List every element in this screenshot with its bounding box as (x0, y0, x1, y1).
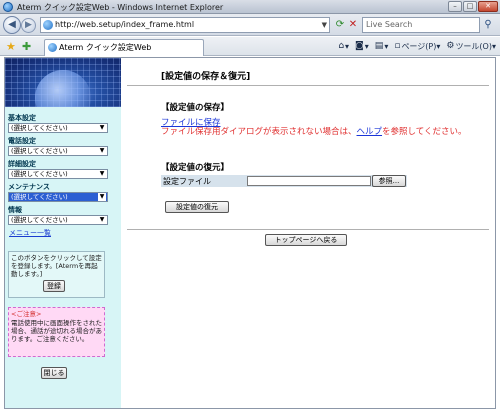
menu-basic: 基本設定 (選択してください) ▼ (8, 114, 108, 133)
banner-grid (5, 58, 121, 107)
tab-command-bar: ★ ✚ Aterm クイック設定Web ⌂ ▾ ◙ ▾ ▤ ▾ ▫ ページ(P) ▾ ⚙ ツ… (0, 37, 500, 56)
file-row: 設定ファイル 参照... (161, 175, 407, 187)
page-menu-label: ページ(P) (401, 42, 437, 51)
save-heading: 【設定値の保存】 (161, 103, 230, 113)
address-field[interactable]: http://web.setup/index_frame.html ▼ (40, 17, 330, 33)
star-icon[interactable]: ★ (6, 40, 16, 53)
menu-basic-select[interactable]: (選択してください) ▼ (8, 123, 108, 133)
page-menu[interactable]: ▫ ページ(P) ▾ (394, 40, 440, 53)
menu-advanced: 詳細設定 (選択してください) ▼ (8, 160, 108, 179)
register-button[interactable]: 登録 (43, 280, 65, 292)
register-info-text: このボタンをクリックして設定を登録します。[Atermを再起動します。] (11, 254, 102, 278)
title-divider (127, 85, 489, 86)
menu-info-select[interactable]: (選択してください) ▼ (8, 215, 108, 225)
caution-text: 電話使用中に画面操作をされた場合、通話が途切れる場合があります。ご注意ください。 (11, 319, 102, 343)
maximize-button[interactable]: □ (463, 1, 477, 12)
back-arrow-icon[interactable]: ◀ (3, 16, 21, 34)
menu-info-label: 情報 (8, 206, 22, 214)
window-controls: – □ ✕ (447, 1, 498, 13)
printer-icon: ▤ (374, 41, 384, 51)
address-url: http://web.setup/index_frame.html (55, 20, 195, 29)
bottom-divider (127, 229, 489, 230)
help-link[interactable]: ヘルプ (357, 127, 383, 137)
search-input[interactable]: Live Search (362, 17, 480, 33)
close-button[interactable]: 閉じる (41, 367, 67, 379)
feeds-button[interactable]: ◙ ▾ (355, 40, 369, 53)
address-toolbar: ◀ ▶ http://web.setup/index_frame.html ▼ … (0, 14, 500, 36)
home-icon: ⌂ (338, 41, 345, 51)
caution-box: <ご注意> 電話使用中に画面操作をされた場合、通話が途切れる場合があります。ご注… (8, 307, 105, 357)
chevron-down-icon: ▼ (99, 170, 105, 177)
close-window-button[interactable]: ✕ (478, 1, 498, 12)
gear-icon: ⚙ (446, 41, 455, 51)
aterm-banner-image (5, 58, 121, 107)
tools-menu[interactable]: ⚙ ツール(O) ▾ (446, 40, 496, 53)
tab-aterm[interactable]: Aterm クイック設定Web (44, 39, 204, 56)
menu-info: 情報 (選択してください) ▼ (8, 206, 108, 225)
menu-phone-value: (選択してください) (11, 147, 68, 155)
menu-advanced-select[interactable]: (選択してください) ▼ (8, 169, 108, 179)
chevron-down-icon: ▼ (99, 124, 105, 131)
page-icon: ▫ (394, 41, 401, 51)
menu-maintenance-select[interactable]: (選択してください) ▼ (8, 192, 108, 202)
refresh-icon[interactable]: ⟳ (334, 18, 346, 32)
minimize-button[interactable]: – (448, 1, 462, 12)
chevron-down-icon: ▼ (99, 216, 105, 223)
menu-basic-value: (選択してください) (11, 124, 68, 132)
menu-basic-label: 基本設定 (8, 114, 36, 122)
home-button[interactable]: ⌂ ▾ (338, 40, 349, 53)
restore-heading: 【設定値の復元】 (161, 163, 230, 173)
chevron-down-icon[interactable]: ▼ (322, 18, 327, 32)
menu-list-link[interactable]: メニュー一覧 (9, 228, 51, 238)
command-bar: ⌂ ▾ ◙ ▾ ▤ ▾ ▫ ページ(P) ▾ ⚙ ツール(O) ▾ (338, 40, 496, 53)
window-titlebar: Aterm クイック設定Web - Windows Internet Explo… (0, 0, 500, 14)
sidebar: 基本設定 (選択してください) ▼ 電話設定 (選択してください) ▼ 詳細設定… (5, 58, 121, 408)
main-panel: [設定値の保存＆復元] 【設定値の保存】 ファイルに保存 ファイル保存用ダイアロ… (121, 58, 495, 408)
restore-button[interactable]: 設定値の復元 (165, 201, 229, 213)
menu-advanced-label: 詳細設定 (8, 160, 36, 168)
save-note-after: を参照してください。 (382, 127, 467, 137)
menu-maintenance-label: メンテナンス (8, 183, 50, 191)
add-favorite-icon[interactable]: ✚ (22, 40, 31, 53)
menu-info-value: (選択してください) (11, 216, 68, 224)
ie-logo-icon (3, 2, 13, 12)
file-label: 設定ファイル (163, 177, 211, 186)
menu-maintenance: メンテナンス (選択してください) ▼ (8, 183, 108, 202)
page-favicon-icon (43, 20, 53, 30)
menu-advanced-value: (選択してください) (11, 170, 68, 178)
tab-favicon-icon (48, 43, 57, 52)
menu-phone: 電話設定 (選択してください) ▼ (8, 137, 108, 156)
window-title: Aterm クイック設定Web - Windows Internet Explo… (17, 3, 224, 12)
chevron-down-icon: ▼ (98, 193, 106, 201)
print-button[interactable]: ▤ ▾ (375, 40, 389, 53)
menu-phone-label: 電話設定 (8, 137, 36, 145)
rss-icon: ◙ (355, 41, 364, 51)
tab-label: Aterm クイック設定Web (59, 43, 152, 52)
save-note: ファイル保存用ダイアログが表示されない場合は、ヘルプを参照してください。 (161, 127, 491, 137)
tools-menu-label: ツール(O) (455, 42, 492, 51)
save-note-before: ファイル保存用ダイアログが表示されない場合は、 (161, 127, 357, 137)
file-path-input[interactable] (247, 176, 371, 186)
menu-phone-select[interactable]: (選択してください) ▼ (8, 146, 108, 156)
caution-title: <ご注意> (11, 310, 42, 318)
back-to-top-button[interactable]: トップページへ戻る (265, 234, 347, 246)
content-frame: 基本設定 (選択してください) ▼ 電話設定 (選択してください) ▼ 詳細設定… (4, 57, 496, 409)
stop-icon[interactable]: ✕ (347, 18, 359, 32)
browse-button[interactable]: 参照... (372, 175, 406, 187)
magnifier-icon[interactable]: ⚲ (481, 18, 495, 32)
page-title: [設定値の保存＆復元] (161, 72, 251, 82)
chevron-down-icon: ▼ (99, 147, 105, 154)
forward-arrow-icon[interactable]: ▶ (21, 18, 36, 33)
menu-maintenance-value: (選択してください) (11, 193, 68, 201)
